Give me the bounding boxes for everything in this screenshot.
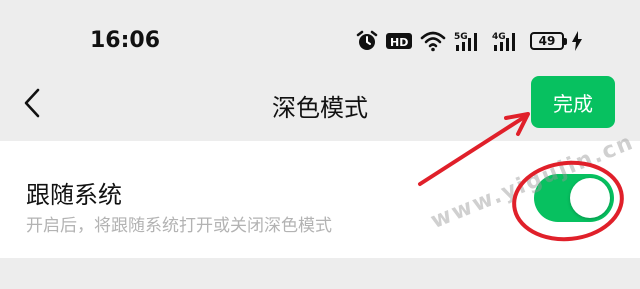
charging-icon [572,31,582,51]
status-icons: HD 5G 4G 49 [356,28,582,54]
svg-text:HD: HD [390,36,408,49]
done-button[interactable]: 完成 [531,76,615,128]
status-bar: 16:06 HD 5G 4G 49 [0,0,640,72]
svg-text:5G: 5G [454,32,468,42]
alarm-icon [356,30,378,52]
hd-icon: HD [386,31,412,51]
wifi-icon [420,30,446,52]
nav-bar: 深色模式 完成 [0,72,640,134]
signal-5g-icon: 5G [454,30,484,52]
signal-4g-icon: 4G [492,30,522,52]
battery-level: 49 [538,34,556,48]
follow-system-title: 跟随系统 [26,181,122,209]
follow-system-description: 开启后，将跟随系统打开或关闭深色模式 [26,216,332,236]
battery-icon: 49 [530,32,567,50]
toggle-knob [570,178,610,218]
svg-text:4G: 4G [492,32,506,42]
status-time: 16:06 [90,28,161,53]
